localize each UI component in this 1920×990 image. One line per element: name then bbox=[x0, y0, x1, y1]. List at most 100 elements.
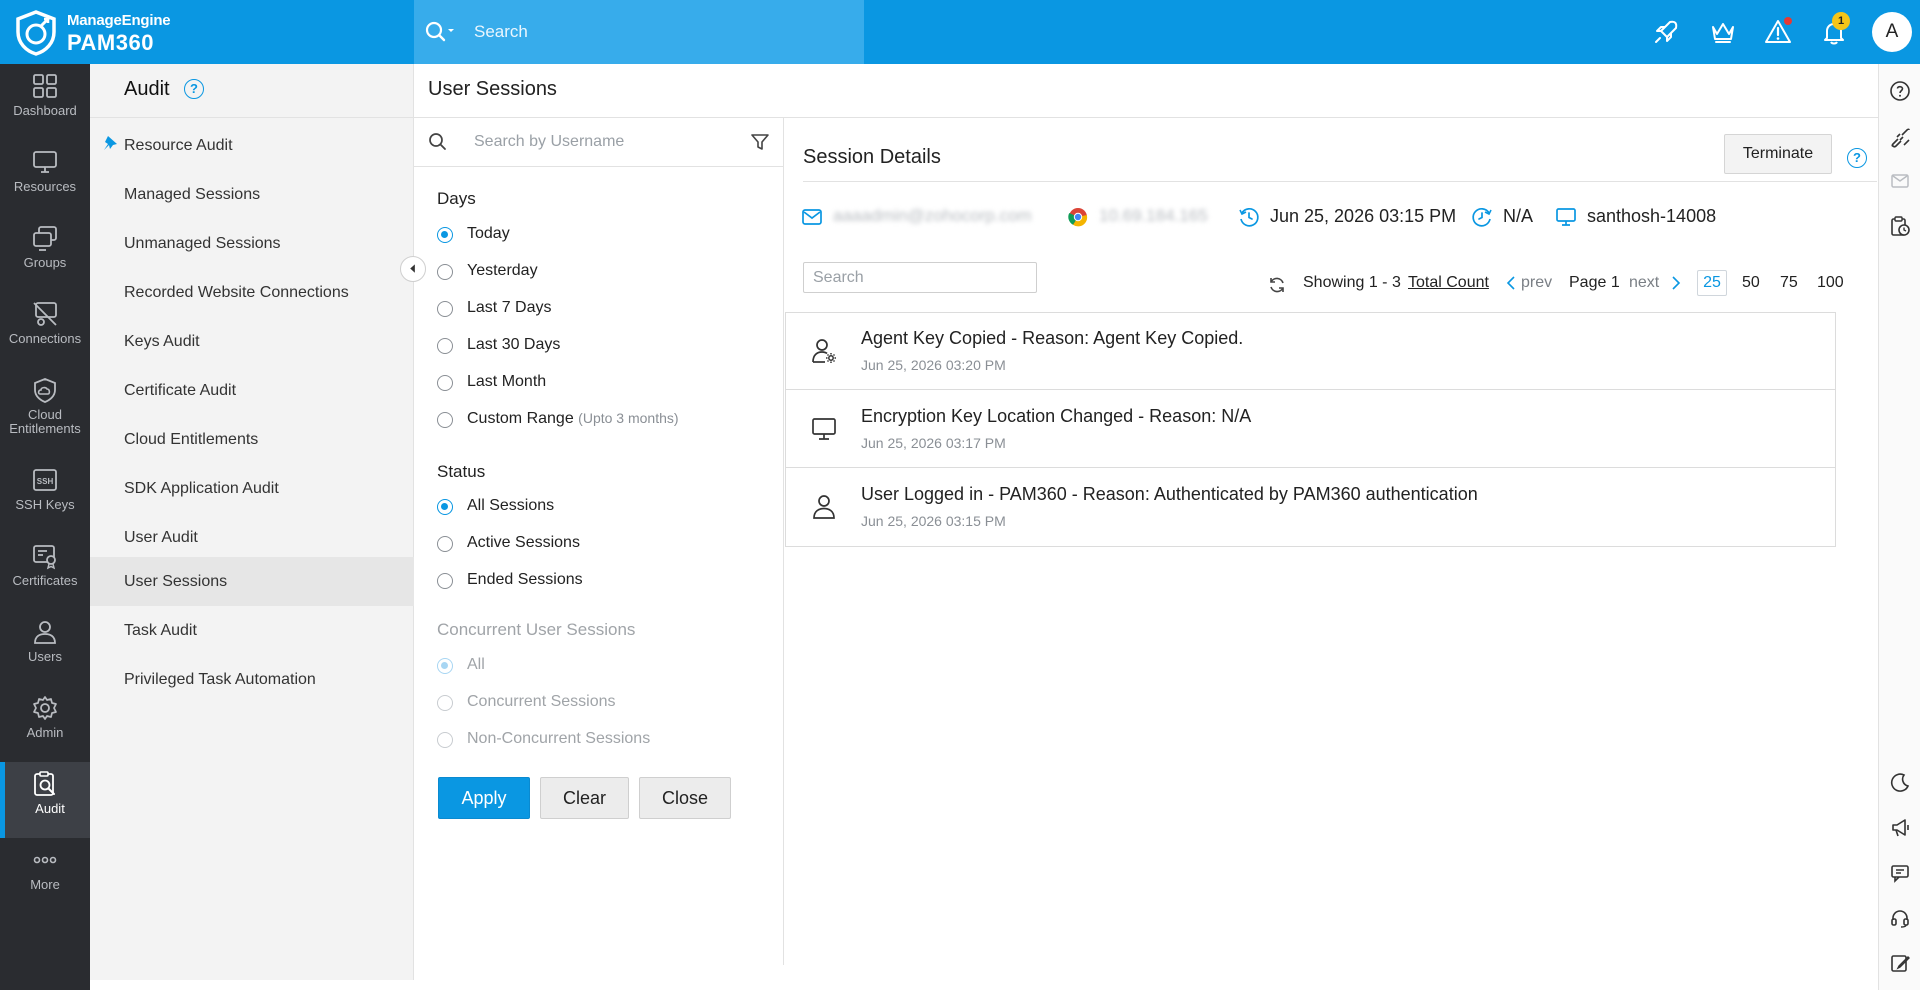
radio-today[interactable] bbox=[437, 227, 453, 243]
cloud-shield-icon bbox=[34, 378, 56, 403]
radio-all-sessions[interactable] bbox=[437, 499, 453, 515]
nav-admin[interactable]: Admin bbox=[0, 686, 90, 762]
radio-label-non-concurrent-sessions[interactable]: Non-Concurrent Sessions bbox=[467, 730, 650, 748]
collapse-submenu-button[interactable] bbox=[400, 256, 426, 282]
next-page-link[interactable]: next bbox=[1629, 272, 1659, 294]
list-item[interactable]: User Logged in - PAM360 - Reason: Authen… bbox=[786, 469, 1835, 546]
page-size-50[interactable]: 50 bbox=[1742, 272, 1760, 294]
mail-icon[interactable] bbox=[1889, 170, 1911, 192]
radio-ended-sessions[interactable] bbox=[437, 573, 453, 589]
clipboard-time-icon[interactable] bbox=[1889, 215, 1911, 237]
crown-icon[interactable] bbox=[1707, 16, 1739, 48]
close-button[interactable]: Close bbox=[639, 777, 731, 819]
submenu-item-task-audit[interactable]: Task Audit bbox=[90, 606, 414, 655]
submenu-item-privileged-task-automation[interactable]: Privileged Task Automation bbox=[90, 655, 414, 704]
submenu-item-sdk-application-audit[interactable]: SDK Application Audit bbox=[90, 464, 414, 513]
submenu-item-certificate-audit[interactable]: Certificate Audit bbox=[90, 366, 414, 415]
nav-more[interactable]: More bbox=[0, 838, 90, 914]
nav-ssh-keys[interactable]: SSH SSH Keys bbox=[0, 458, 90, 534]
alert-dot bbox=[1784, 17, 1792, 25]
submenu-item-recorded-website-connections[interactable]: Recorded Website Connections bbox=[90, 268, 414, 317]
radio-label-last-30-days[interactable]: Last 30 Days bbox=[467, 336, 560, 354]
user-avatar[interactable]: A bbox=[1872, 12, 1912, 52]
help-icon[interactable]: ? bbox=[184, 79, 204, 99]
page-size-75[interactable]: 75 bbox=[1780, 272, 1798, 294]
feedback-edit-icon[interactable] bbox=[1889, 952, 1911, 974]
session-events-list: Agent Key Copied - Reason: Agent Key Cop… bbox=[785, 312, 1836, 547]
product-logo[interactable]: ManageEngine PAM360 bbox=[10, 8, 210, 56]
apply-button[interactable]: Apply bbox=[438, 777, 530, 819]
dark-mode-icon[interactable] bbox=[1889, 772, 1911, 794]
filter-icon[interactable] bbox=[750, 132, 770, 152]
radio-last-7-days[interactable] bbox=[437, 301, 453, 317]
announcement-icon[interactable] bbox=[1889, 817, 1911, 839]
radio-label-yesterday[interactable]: Yesterday bbox=[467, 262, 538, 280]
login-time-icon bbox=[1239, 207, 1259, 227]
search-icon[interactable] bbox=[424, 20, 458, 44]
rocket-icon[interactable] bbox=[1650, 16, 1682, 48]
submenu-item-cloud-entitlements[interactable]: Cloud Entitlements bbox=[90, 415, 414, 464]
radio-concurrent-sessions[interactable] bbox=[437, 695, 453, 711]
radio-label-all-sessions[interactable]: All Sessions bbox=[467, 497, 554, 515]
page-size-100[interactable]: 100 bbox=[1817, 272, 1844, 294]
clear-button[interactable]: Clear bbox=[540, 777, 629, 819]
brand-manageengine: ManageEngine bbox=[67, 12, 171, 29]
monitor-icon bbox=[812, 418, 836, 440]
radio-label-concurrent-all[interactable]: All bbox=[467, 656, 485, 674]
help-circle-icon[interactable] bbox=[1889, 80, 1911, 102]
submenu-item-user-sessions[interactable]: User Sessions bbox=[90, 557, 414, 606]
total-count-link[interactable]: Total Count bbox=[1408, 272, 1489, 294]
radio-label-ended-sessions[interactable]: Ended Sessions bbox=[467, 571, 583, 589]
chevron-left-icon[interactable] bbox=[1505, 275, 1517, 291]
global-search[interactable]: Search bbox=[414, 0, 864, 64]
radio-label-today[interactable]: Today bbox=[467, 225, 510, 243]
list-item[interactable]: Encryption Key Location Changed - Reason… bbox=[786, 391, 1835, 468]
session-login-time: Jun 25, 2026 03:15 PM bbox=[1238, 204, 1468, 228]
events-search-input[interactable]: Search bbox=[803, 262, 1037, 293]
global-search-input[interactable]: Search bbox=[474, 22, 528, 42]
submenu-item-unmanaged-sessions[interactable]: Unmanaged Sessions bbox=[90, 219, 414, 268]
nav-resources[interactable]: Resources bbox=[0, 140, 90, 216]
nav-cloud-entitlements[interactable]: Cloud Entitlements bbox=[0, 368, 90, 458]
radio-custom-range[interactable] bbox=[437, 412, 453, 428]
nav-users[interactable]: Users bbox=[0, 610, 90, 686]
radio-label-concurrent-sessions[interactable]: Concurrent Sessions bbox=[467, 693, 616, 711]
radio-label-last-7-days[interactable]: Last 7 Days bbox=[467, 299, 551, 317]
radio-yesterday[interactable] bbox=[437, 264, 453, 280]
page-size-25[interactable]: 25 bbox=[1697, 270, 1727, 296]
nav-audit[interactable]: Audit bbox=[0, 762, 90, 838]
chat-icon[interactable] bbox=[1889, 862, 1911, 884]
nav-certificates[interactable]: Certificates bbox=[0, 534, 90, 610]
submenu-item-resource-audit[interactable]: Resource Audit bbox=[90, 121, 414, 170]
prev-page-link[interactable]: prev bbox=[1521, 272, 1552, 294]
submenu-item-managed-sessions[interactable]: Managed Sessions bbox=[90, 170, 414, 219]
submenu-item-user-audit[interactable]: User Audit bbox=[90, 513, 414, 562]
help-icon[interactable]: ? bbox=[1847, 148, 1867, 168]
radio-label-custom-range[interactable]: Custom Range (Upto 3 months) bbox=[467, 410, 679, 428]
pin-icon[interactable] bbox=[102, 135, 118, 153]
chevron-right-icon[interactable] bbox=[1670, 275, 1682, 291]
nav-groups[interactable]: Groups bbox=[0, 216, 90, 292]
radio-active-sessions[interactable] bbox=[437, 536, 453, 552]
nav-label: Cloud Entitlements bbox=[9, 407, 81, 436]
radio-label-last-month[interactable]: Last Month bbox=[467, 373, 546, 391]
submenu-item-keys-audit[interactable]: Keys Audit bbox=[90, 317, 414, 366]
gear-icon bbox=[33, 696, 57, 720]
radio-non-concurrent-sessions[interactable] bbox=[437, 732, 453, 748]
refresh-icon[interactable] bbox=[1267, 275, 1287, 295]
radio-last-month[interactable] bbox=[437, 375, 453, 391]
radio-last-30-days[interactable] bbox=[437, 338, 453, 354]
username-search-input[interactable]: Search by Username bbox=[474, 133, 624, 151]
radio-concurrent-all[interactable] bbox=[437, 658, 453, 674]
nav-dashboard[interactable]: Dashboard bbox=[0, 64, 90, 140]
event-title: Encryption Key Location Changed - Reason… bbox=[861, 406, 1252, 426]
terminate-button[interactable]: Terminate bbox=[1724, 134, 1832, 174]
link-edit-icon[interactable] bbox=[1889, 126, 1911, 148]
headset-icon[interactable] bbox=[1889, 907, 1911, 929]
radio-label-active-sessions[interactable]: Active Sessions bbox=[467, 534, 580, 552]
nav-connections[interactable]: Connections bbox=[0, 292, 90, 368]
ssh-icon: SSH bbox=[33, 469, 57, 491]
list-item[interactable]: Agent Key Copied - Reason: Agent Key Cop… bbox=[786, 313, 1835, 390]
event-time: Jun 25, 2026 03:15 PM bbox=[861, 513, 1006, 529]
svg-text:SSH: SSH bbox=[37, 477, 54, 486]
